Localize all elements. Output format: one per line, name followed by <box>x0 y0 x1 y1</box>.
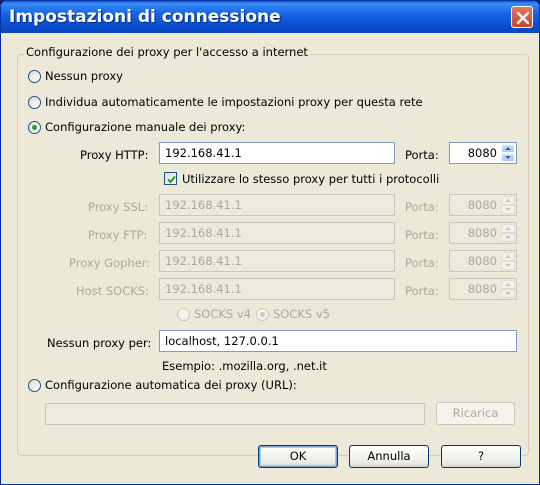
close-icon <box>516 11 530 25</box>
ftp-port-stepper[interactable]: 8080 <box>449 222 517 244</box>
socks-port-value: 8080 <box>467 282 497 296</box>
spin-up-button[interactable] <box>501 224 515 233</box>
gopher-port-spin[interactable] <box>501 252 515 270</box>
gopher-port-label: Porta: <box>405 256 439 270</box>
auto-detect-label: Individua automaticamente le impostazion… <box>45 95 423 109</box>
spin-down-button[interactable] <box>501 261 515 270</box>
cancel-button[interactable]: Annulla <box>349 445 429 468</box>
spin-up-button[interactable] <box>501 196 515 205</box>
no-proxy-for-input[interactable]: localhost, 127.0.0.1 <box>159 330 517 352</box>
ok-button[interactable]: OK <box>258 445 338 468</box>
help-button[interactable]: ? <box>441 445 521 468</box>
auto-detect-radio[interactable] <box>28 96 41 109</box>
gopher-host-input[interactable]: 192.168.41.1 <box>159 250 395 272</box>
chevron-up-icon <box>505 283 511 286</box>
spin-up-button[interactable] <box>501 252 515 261</box>
auto-config-label: Configurazione automatica dei proxy (URL… <box>45 378 297 392</box>
no-proxy-example: Esempio: .mozilla.org, .net.it <box>162 359 327 373</box>
socks-port-label: Porta: <box>405 284 439 298</box>
http-port-spin[interactable] <box>501 144 515 162</box>
socks-port-spin[interactable] <box>501 280 515 298</box>
http-port-stepper[interactable]: 8080 <box>449 142 517 164</box>
no-proxy-radio[interactable] <box>28 70 41 83</box>
no-proxy-label: Nessun proxy <box>45 69 123 83</box>
group-title: Configurazione dei proxy per l'accesso a… <box>24 45 310 59</box>
connection-settings-window: Impostazioni di connessione Configurazio… <box>0 0 540 485</box>
http-port-label: Porta: <box>405 148 439 162</box>
dialog-body: Configurazione dei proxy per l'accesso a… <box>4 33 536 483</box>
chevron-down-icon <box>505 264 511 267</box>
ftp-proxy-label: Proxy FTP: <box>88 228 148 242</box>
same-proxy-label: Utilizzare lo stesso proxy per tutti i p… <box>182 172 440 186</box>
spin-up-button[interactable] <box>501 280 515 289</box>
ftp-port-label: Porta: <box>405 228 439 242</box>
gopher-proxy-label: Proxy Gopher: <box>69 256 151 270</box>
http-proxy-label: Proxy HTTP: <box>80 148 149 162</box>
http-port-value: 8080 <box>467 146 497 160</box>
close-button[interactable] <box>511 6 533 28</box>
chevron-up-icon <box>505 255 511 258</box>
spin-up-button[interactable] <box>501 144 515 153</box>
spin-down-button[interactable] <box>501 233 515 242</box>
window-title: Impostazioni di connessione <box>9 7 281 27</box>
socks-v5-label: SOCKS v5 <box>273 307 331 321</box>
gopher-port-value: 8080 <box>467 254 497 268</box>
ssl-host-input[interactable]: 192.168.41.1 <box>159 194 395 216</box>
manual-config-radio[interactable] <box>28 121 41 134</box>
chevron-up-icon <box>505 199 511 202</box>
manual-config-label: Configurazione manuale dei proxy: <box>45 120 246 134</box>
checkmark-icon <box>167 175 176 184</box>
chevron-down-icon <box>505 292 511 295</box>
socks-port-stepper[interactable]: 8080 <box>449 278 517 300</box>
ssl-port-label: Porta: <box>405 200 439 214</box>
no-proxy-for-label: Nessun proxy per: <box>47 336 152 350</box>
chevron-up-icon <box>505 227 511 230</box>
ftp-port-value: 8080 <box>467 226 497 240</box>
ssl-port-stepper[interactable]: 8080 <box>449 194 517 216</box>
ftp-port-spin[interactable] <box>501 224 515 242</box>
chevron-down-icon <box>505 156 511 159</box>
same-proxy-checkbox[interactable] <box>164 172 177 185</box>
socks-v5-radio[interactable] <box>256 308 269 321</box>
http-host-input[interactable]: 192.168.41.1 <box>159 142 395 164</box>
spin-down-button[interactable] <box>501 153 515 162</box>
chevron-down-icon <box>505 208 511 211</box>
socks-host-input[interactable]: 192.168.41.1 <box>159 278 395 300</box>
chevron-up-icon <box>505 147 511 150</box>
socks-host-label: Host SOCKS: <box>76 284 149 298</box>
title-bar[interactable]: Impostazioni di connessione <box>1 1 539 33</box>
ftp-host-input[interactable]: 192.168.41.1 <box>159 222 395 244</box>
spin-down-button[interactable] <box>501 205 515 214</box>
gopher-port-stepper[interactable]: 8080 <box>449 250 517 272</box>
ssl-proxy-label: Proxy SSL: <box>88 200 149 214</box>
ssl-port-value: 8080 <box>467 198 497 212</box>
socks-v4-radio[interactable] <box>177 308 190 321</box>
spin-down-button[interactable] <box>501 289 515 298</box>
auto-config-url-input[interactable] <box>45 403 425 425</box>
chevron-down-icon <box>505 236 511 239</box>
socks-v4-label: SOCKS v4 <box>194 307 252 321</box>
reload-button[interactable]: Ricarica <box>436 402 515 425</box>
ssl-port-spin[interactable] <box>501 196 515 214</box>
auto-config-radio[interactable] <box>28 379 41 392</box>
